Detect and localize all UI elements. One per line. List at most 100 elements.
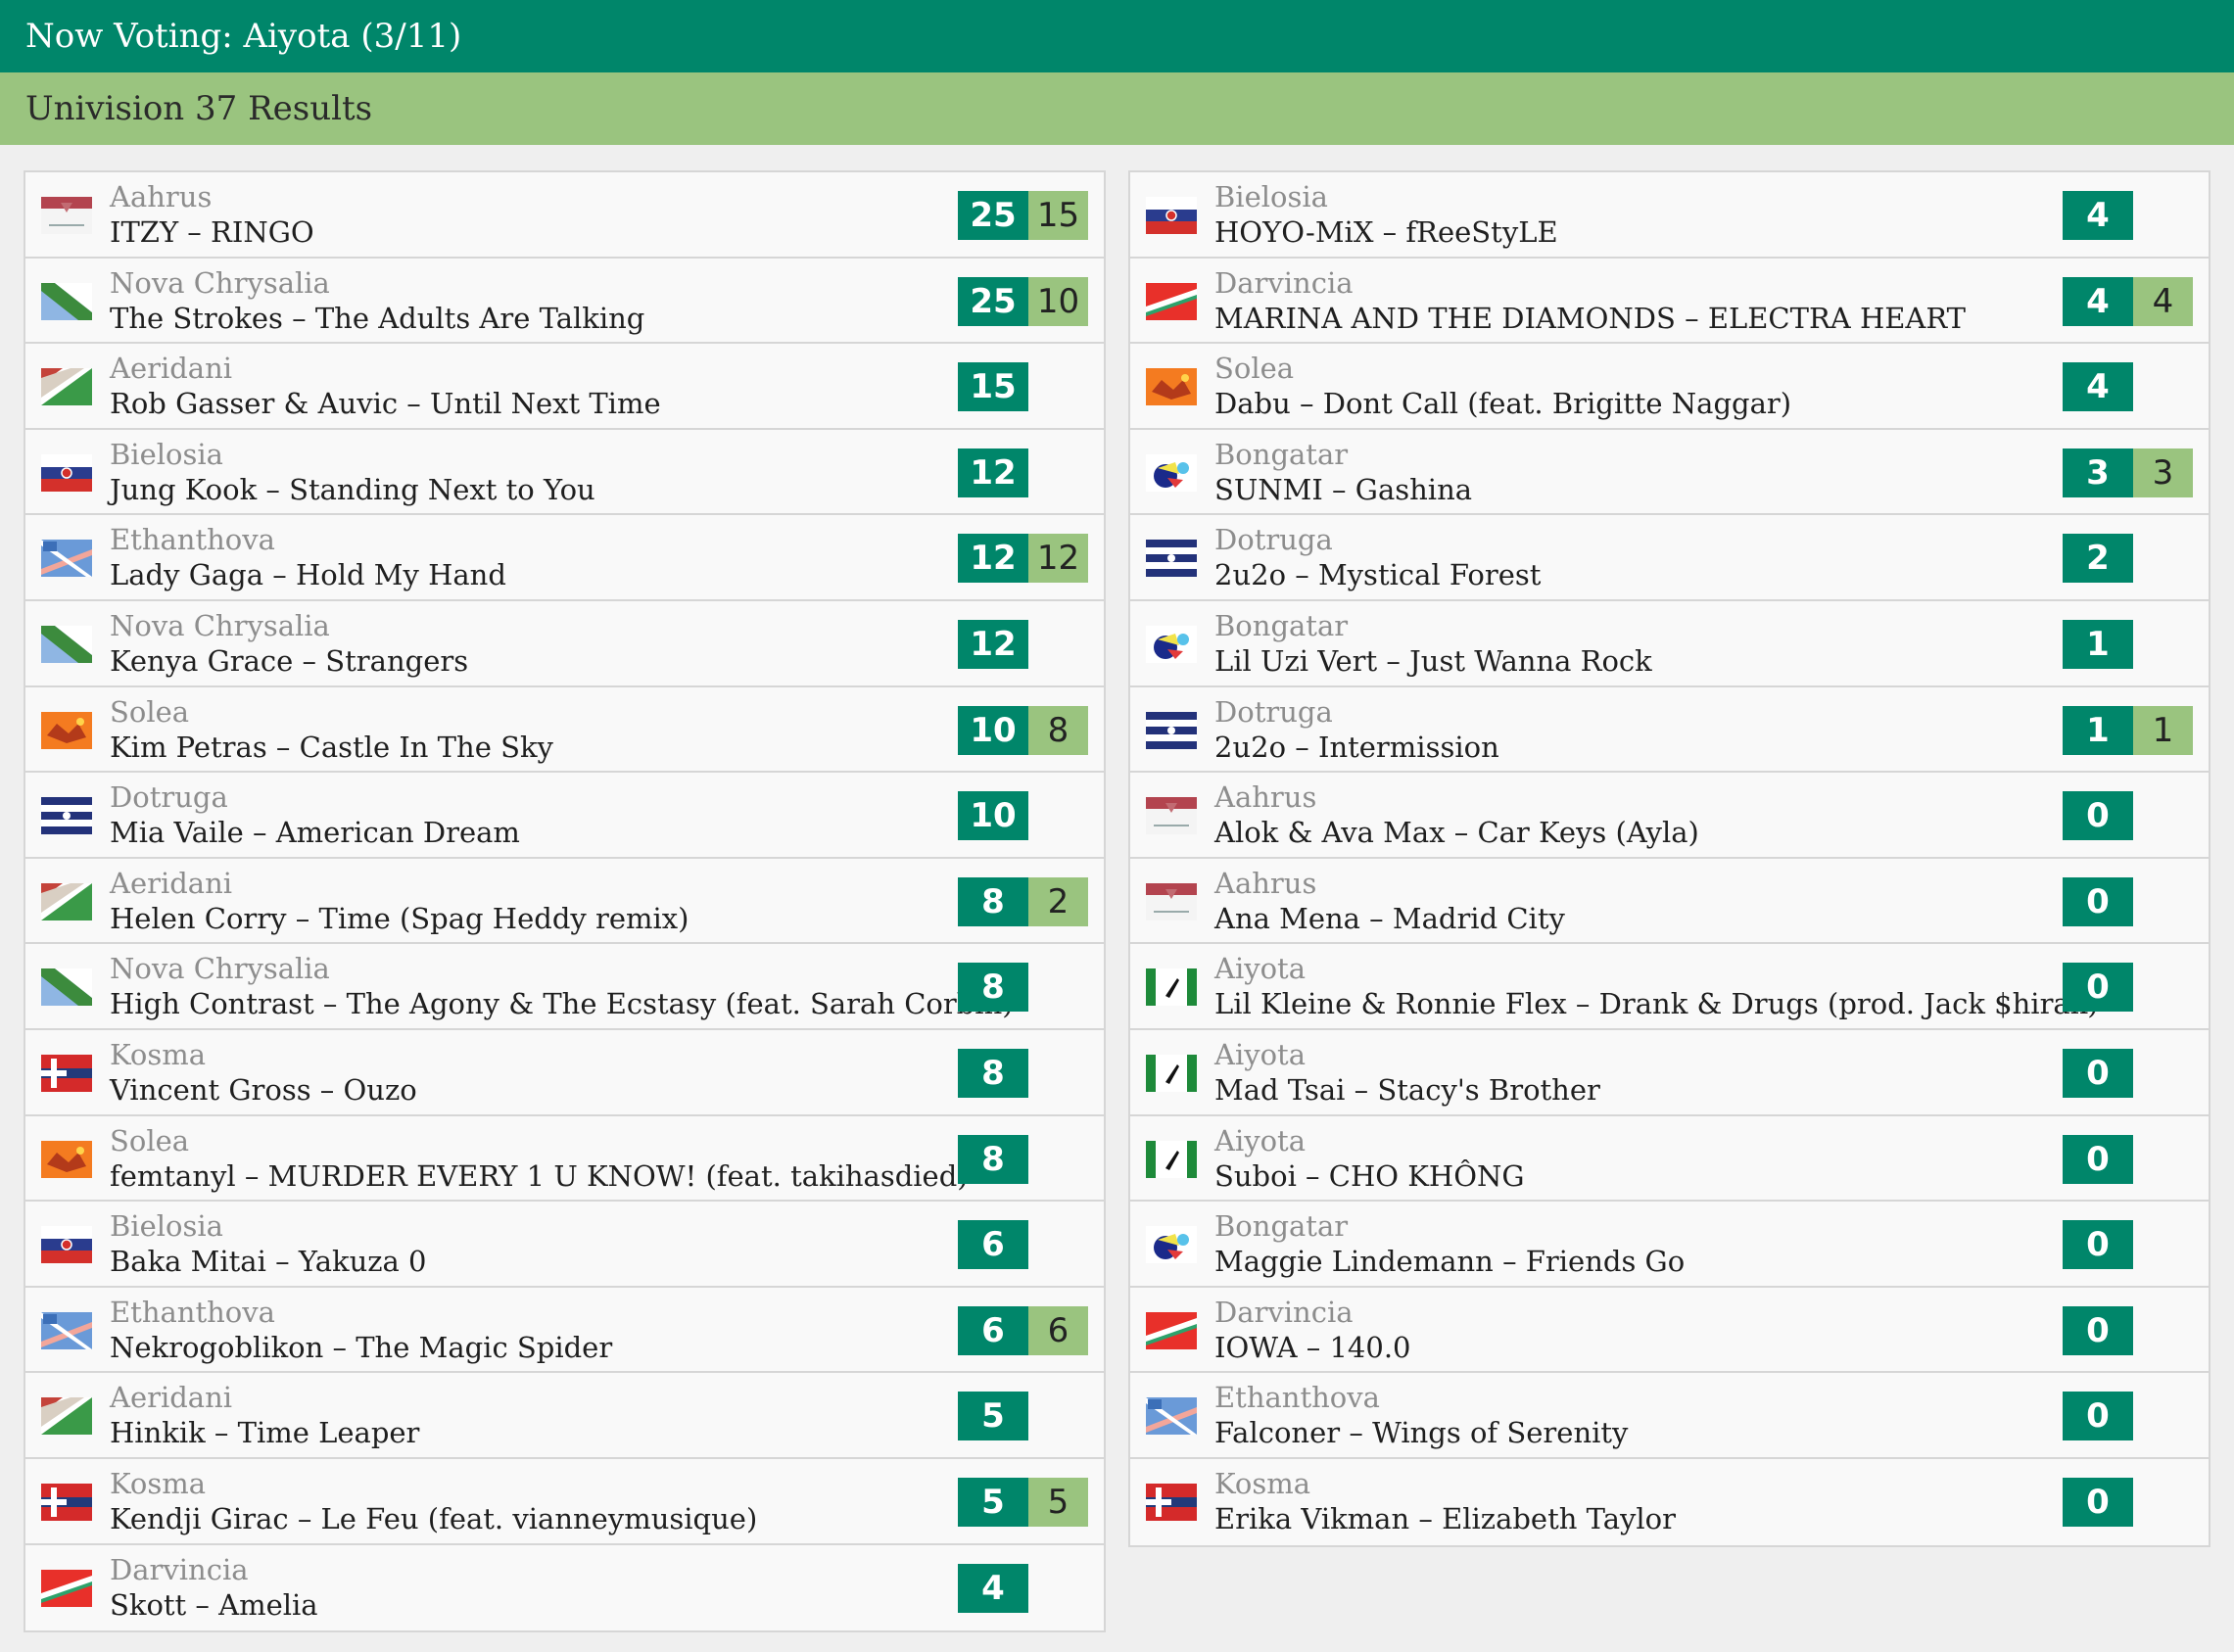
artist-name: SUNMI — [1214, 472, 1323, 506]
aiyota-flag-icon — [1146, 1054, 1197, 1092]
song-title: Amelia — [218, 1587, 318, 1622]
artist-name: Vincent Gross — [110, 1072, 311, 1107]
bielosia-flag-icon — [41, 1226, 92, 1264]
country-name: Bielosia — [110, 1209, 223, 1244]
result-row: Solea femtanyl – MURDER EVERY 1 U KNOW! (… — [25, 1116, 1104, 1203]
points-total: 8 — [958, 876, 1028, 926]
song-title: Until Next Time — [430, 387, 661, 421]
separator: – — [293, 643, 326, 678]
artist-name: 2u2o — [1214, 558, 1287, 592]
separator: – — [235, 1158, 268, 1193]
song-title: Mystical Forest — [1317, 558, 1542, 592]
song-entry: Falconer – Wings of Serenity — [1214, 1416, 1628, 1449]
result-row: Nova Chrysalia The Strokes – The Adults A… — [25, 259, 1104, 345]
separator: – — [1296, 1158, 1329, 1193]
song-title: Madrid City — [1392, 901, 1565, 935]
result-row: Aahrus ITZY – RINGO 25 15 — [25, 172, 1104, 259]
song-entry: Nekrogoblikon – The Magic Spider — [110, 1331, 612, 1364]
country-name: Bongatar — [1214, 608, 1349, 642]
points-total: 5 — [958, 1477, 1028, 1527]
points-total: 6 — [958, 1220, 1028, 1270]
aiyota-flag-icon — [1146, 1140, 1197, 1178]
song-entry: Skott – Amelia — [110, 1588, 318, 1622]
artist-name: 2u2o — [1214, 730, 1287, 764]
separator: – — [257, 472, 290, 506]
result-row: Ethanthova Lady Gaga – Hold My Hand 12 12 — [25, 515, 1104, 601]
result-row: Ethanthova Falconer – Wings of Serenity 0 — [1130, 1373, 2209, 1459]
country-name: Solea — [110, 694, 190, 729]
artist-name: Jung Kook — [110, 472, 258, 506]
song-entry: Ana Mena – Madrid City — [1214, 902, 1565, 935]
separator: – — [1340, 1416, 1373, 1450]
points-total: 0 — [2063, 963, 2133, 1013]
artist-name: Baka Mitai — [110, 1245, 266, 1279]
artist-name: Skott — [110, 1587, 187, 1622]
song-title: Time (Spag Heddy remix) — [318, 901, 689, 935]
artist-name: Falconer — [1214, 1416, 1341, 1450]
song-title: Yakuza 0 — [298, 1245, 427, 1279]
points-gained: 2 — [1028, 876, 1088, 926]
separator: – — [1286, 730, 1318, 764]
separator: – — [1377, 643, 1410, 678]
points-total: 5 — [958, 1392, 1028, 1441]
result-row: Solea Kim Petras – Castle In The Sky 10 8 — [25, 687, 1104, 774]
points-total: 0 — [2063, 1305, 2133, 1355]
song-title: The Magic Spider — [356, 1330, 613, 1364]
artist-name: Kendji Girac — [110, 1501, 289, 1535]
song-title: Ouzo — [343, 1072, 417, 1107]
separator: – — [1345, 1072, 1378, 1107]
separator: – — [1359, 901, 1393, 935]
result-row: Bongatar Maggie Lindemann – Friends Go 0 — [1130, 1202, 2209, 1288]
song-title: MURDER EVERY 1 U KNOW! (feat. takihasdie… — [267, 1158, 969, 1193]
artist-name: Alok & Ava Max — [1214, 816, 1446, 850]
song-entry: ITZY – RINGO — [110, 215, 314, 249]
song-entry: High Contrast – The Agony & The Ecstasy … — [110, 987, 1014, 1020]
separator: – — [288, 1501, 321, 1535]
artist-name: femtanyl — [110, 1158, 236, 1193]
song-title: Just Wanna Rock — [1409, 643, 1652, 678]
country-name: Aiyota — [1214, 1123, 1307, 1157]
points-total: 6 — [958, 1305, 1028, 1355]
song-title: The Adults Are Talking — [314, 301, 645, 335]
points-total: 0 — [2063, 1134, 2133, 1184]
points-total: 8 — [958, 1134, 1028, 1184]
country-name: Kosma — [1214, 1466, 1311, 1500]
song-entry: Lil Kleine & Ronnie Flex – Drank & Drugs… — [1214, 987, 2099, 1020]
country-name: Bielosia — [110, 437, 223, 471]
artist-name: Dabu — [1214, 387, 1291, 421]
song-title: Dont Call (feat. Brigitte Naggar) — [1322, 387, 1792, 421]
solea-flag-icon — [41, 711, 92, 749]
result-row: Kosma Vincent Gross – Ouzo 8 — [25, 1030, 1104, 1116]
result-row: Bongatar Lil Uzi Vert – Just Wanna Rock 1 — [1130, 601, 2209, 687]
result-row: Bielosia HOYO-MiX – fReeStyLE 4 — [1130, 172, 2209, 259]
result-row: Kosma Kendji Girac – Le Feu (feat. vianne… — [25, 1459, 1104, 1545]
result-row: Aeridani Helen Corry – Time (Spag Heddy r… — [25, 859, 1104, 945]
points-total: 1 — [2063, 619, 2133, 669]
result-row: Ethanthova Nekrogoblikon – The Magic Spid… — [25, 1288, 1104, 1374]
result-row: Aeridani Hinkik – Time Leaper 5 — [25, 1373, 1104, 1459]
song-entry: Lil Uzi Vert – Just Wanna Rock — [1214, 644, 1652, 678]
song-title: 140.0 — [1329, 1330, 1411, 1364]
country-name: Dotruga — [1214, 523, 1333, 557]
artist-name: ITZY — [110, 215, 179, 249]
points-gained: 3 — [2133, 448, 2193, 497]
country-name: Bongatar — [1214, 1209, 1349, 1244]
points-gained: 10 — [1028, 276, 1088, 326]
nova-chrysalia-flag-icon — [41, 968, 92, 1007]
song-title: ELECTRA HEART — [1707, 301, 1967, 335]
song-entry: Mad Tsai – Stacy's Brother — [1214, 1073, 1600, 1107]
artist-name: Lil Kleine & Ronnie Flex — [1214, 987, 1567, 1021]
country-name: Darvincia — [1214, 265, 1354, 300]
bongatar-flag-icon — [1146, 625, 1197, 663]
country-name: Ethanthova — [1214, 1381, 1380, 1415]
artist-name: HOYO-MiX — [1214, 215, 1374, 249]
song-entry: HOYO-MiX – fReeStyLE — [1214, 215, 1558, 249]
points-total: 12 — [958, 534, 1028, 584]
song-title: Standing Next to You — [289, 472, 595, 506]
country-name: Solea — [1214, 352, 1295, 386]
song-entry: Suboi – CHO KHÔNG — [1214, 1159, 1525, 1193]
result-row: Darvincia IOWA – 140.0 0 — [1130, 1288, 2209, 1374]
country-name: Ethanthova — [110, 1295, 275, 1329]
kosma-flag-icon — [41, 1483, 92, 1521]
country-name: Aahrus — [1214, 866, 1317, 900]
